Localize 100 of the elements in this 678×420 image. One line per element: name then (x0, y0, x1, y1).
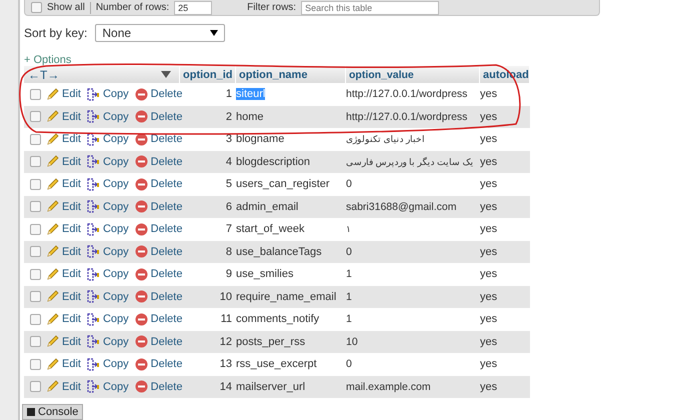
name-cell: blogname (236, 133, 284, 146)
pencil-icon (46, 178, 59, 191)
row-checkbox[interactable] (30, 358, 40, 370)
value-cell: ۱ (346, 224, 351, 234)
edit-link[interactable]: Edit (62, 200, 81, 213)
copy-link[interactable]: Copy (102, 110, 129, 123)
pencil-icon (46, 290, 59, 304)
row-checkbox[interactable] (30, 246, 40, 258)
delete-link[interactable]: Delete (150, 358, 182, 370)
row-checkbox[interactable] (30, 314, 40, 325)
row-checkbox[interactable] (30, 224, 40, 235)
edit-link[interactable]: Edit (62, 223, 81, 236)
id-cell-text: 3 (224, 133, 233, 146)
delete-link[interactable]: Delete (150, 313, 182, 326)
delete-icon (134, 178, 148, 191)
copy-link[interactable]: Copy (102, 246, 129, 258)
filter-field[interactable]: Search this table (301, 0, 440, 14)
copy-link[interactable]: Copy (102, 200, 129, 213)
row-checkbox[interactable] (30, 178, 40, 190)
copy-link[interactable]: Copy (102, 223, 129, 236)
delete-link[interactable]: Delete (150, 88, 182, 100)
pencil-icon (46, 132, 59, 146)
pencil-icon (46, 358, 59, 371)
delete-link[interactable]: Delete (150, 156, 182, 168)
delete-link[interactable]: Delete (150, 223, 182, 236)
copy-link[interactable]: Copy (102, 336, 129, 348)
copy-link[interactable]: Copy (102, 358, 129, 370)
delete-link[interactable]: Delete (150, 246, 182, 258)
edit-link[interactable]: Edit (62, 290, 81, 303)
row-checkbox[interactable] (30, 336, 40, 348)
edit-link[interactable]: Edit (62, 336, 81, 348)
row-checkbox[interactable] (30, 134, 40, 145)
rows-label: Number of rows: (96, 2, 170, 13)
autoload-cell-text: yes (480, 380, 498, 393)
edit-link[interactable]: Edit (62, 110, 81, 123)
delete-link[interactable]: Delete (150, 380, 182, 393)
delete-link[interactable]: Delete (150, 200, 182, 213)
copy-link[interactable]: Copy (102, 313, 129, 326)
delete-link[interactable]: Delete (150, 268, 182, 280)
copy-icon (86, 290, 100, 304)
row-checkbox[interactable] (30, 111, 40, 122)
autoload-cell-text: yes (480, 200, 498, 213)
copy-icon (86, 178, 100, 191)
edit-link[interactable]: Edit (62, 313, 81, 326)
name-cell: start_of_week (236, 223, 304, 236)
row-checkbox[interactable] (30, 291, 40, 302)
delete-link[interactable]: Delete (150, 336, 182, 348)
id-cell-text: 11 (220, 313, 233, 326)
row-checkbox[interactable] (30, 156, 40, 168)
copy-link[interactable]: Copy (102, 268, 129, 280)
delete-icon (134, 290, 148, 304)
delete-link[interactable]: Delete (150, 133, 182, 146)
delete-icon (134, 110, 148, 124)
copy-icon (86, 132, 100, 146)
edit-link[interactable]: Edit (62, 88, 81, 100)
edit-link[interactable]: Edit (62, 246, 81, 258)
sort-dropdown[interactable]: None (95, 24, 226, 42)
row-checkbox[interactable] (30, 88, 40, 100)
autoload-cell-text: yes (480, 358, 498, 370)
edit-link[interactable]: Edit (62, 380, 81, 393)
rows-field[interactable]: 25 (174, 0, 212, 14)
copy-icon (86, 110, 100, 124)
copy-icon (86, 200, 100, 214)
autoload-cell-text: yes (480, 290, 498, 303)
column-arrows[interactable]: ←T→ (28, 68, 60, 82)
delete-link[interactable]: Delete (150, 110, 182, 123)
options-link[interactable]: + Options (24, 54, 72, 66)
name-cell: blogdescription (236, 156, 310, 168)
edit-link[interactable]: Edit (62, 178, 81, 190)
copy-link[interactable]: Copy (102, 133, 129, 146)
delete-icon (134, 88, 148, 101)
row-checkbox[interactable] (30, 381, 40, 392)
delete-link[interactable]: Delete (150, 290, 182, 303)
edit-link[interactable]: Edit (62, 133, 81, 146)
show-all-checkbox[interactable] (31, 2, 42, 13)
copy-link[interactable]: Copy (102, 178, 129, 190)
copy-icon (86, 245, 100, 258)
edit-link[interactable]: Edit (62, 268, 81, 280)
row-checkbox[interactable] (30, 201, 40, 212)
pencil-icon (46, 200, 59, 214)
copy-link[interactable]: Copy (102, 88, 129, 100)
copy-icon (86, 88, 100, 101)
value-cell: 1 (346, 290, 352, 303)
delete-link[interactable]: Delete (150, 178, 182, 190)
console-bar[interactable]: Console (22, 404, 84, 420)
delete-icon (134, 155, 148, 168)
copy-link[interactable]: Copy (102, 290, 129, 303)
caret-icon (210, 30, 218, 36)
edit-link[interactable]: Edit (62, 156, 81, 168)
pencil-icon (46, 335, 59, 348)
copy-icon (86, 268, 100, 281)
edit-link[interactable]: Edit (62, 358, 81, 370)
name-cell: use_balanceTags (236, 246, 322, 258)
pencil-icon (46, 110, 59, 124)
row-checkbox[interactable] (30, 268, 40, 280)
name-cell: use_smilies (236, 268, 294, 280)
delete-icon (134, 245, 148, 258)
value-cell: mail.example.com (346, 380, 431, 393)
copy-link[interactable]: Copy (102, 380, 129, 393)
copy-link[interactable]: Copy (102, 156, 129, 168)
